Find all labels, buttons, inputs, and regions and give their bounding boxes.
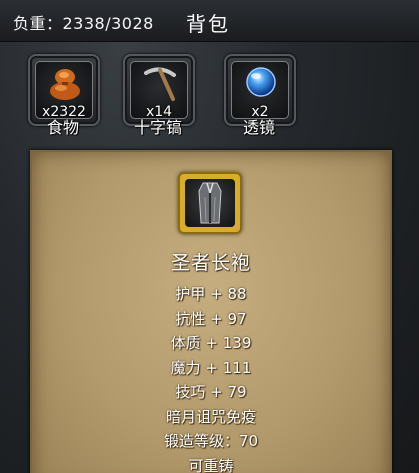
- pickaxe-icon: [144, 67, 176, 101]
- item-name-lens: 透镜: [242, 118, 275, 137]
- selected-item-slot[interactable]: [178, 172, 242, 234]
- food-icon: [50, 69, 80, 100]
- header-bar: 负重：2338/3028 背包: [0, 0, 419, 42]
- stat-skill: 技巧 + 79: [175, 383, 247, 401]
- game-screen: 负重：2338/3028 背包 x2322 食物 x14 十字镐 x2 透镜 圣…: [0, 0, 419, 473]
- robe-icon: [198, 182, 222, 224]
- item-stats-list: 护甲 + 88 抗性 + 97 体质 + 139 魔力 + 111 技巧 + 7…: [32, 282, 390, 473]
- page-title: 背包: [186, 12, 230, 36]
- stat-forge-level: 锻造等级：70: [163, 432, 259, 450]
- item-title: 圣者长袍: [170, 252, 251, 274]
- item-detail-panel: 圣者长袍 护甲 + 88 抗性 + 97 体质 + 139 魔力 + 111 技…: [30, 150, 392, 473]
- item-name-food: 食物: [46, 118, 79, 137]
- stat-constitution: 体质 + 139: [170, 334, 252, 352]
- lens-icon: [246, 67, 276, 97]
- inventory-row: x2322 食物 x14 十字镐 x2 透镜: [0, 50, 419, 140]
- item-name-pickaxe: 十字镐: [133, 118, 182, 137]
- stat-resistance: 抗性 + 97: [175, 309, 247, 328]
- weight-load-label: 负重：2338/3028: [13, 14, 154, 33]
- stat-armor: 护甲 + 88: [175, 285, 247, 303]
- slot-frame: [185, 179, 235, 227]
- stat-immunity: 暗月诅咒免疫: [165, 407, 256, 426]
- stat-reforgeable: 可重铸: [188, 456, 234, 473]
- stat-magic: 魔力 + 111: [170, 358, 252, 377]
